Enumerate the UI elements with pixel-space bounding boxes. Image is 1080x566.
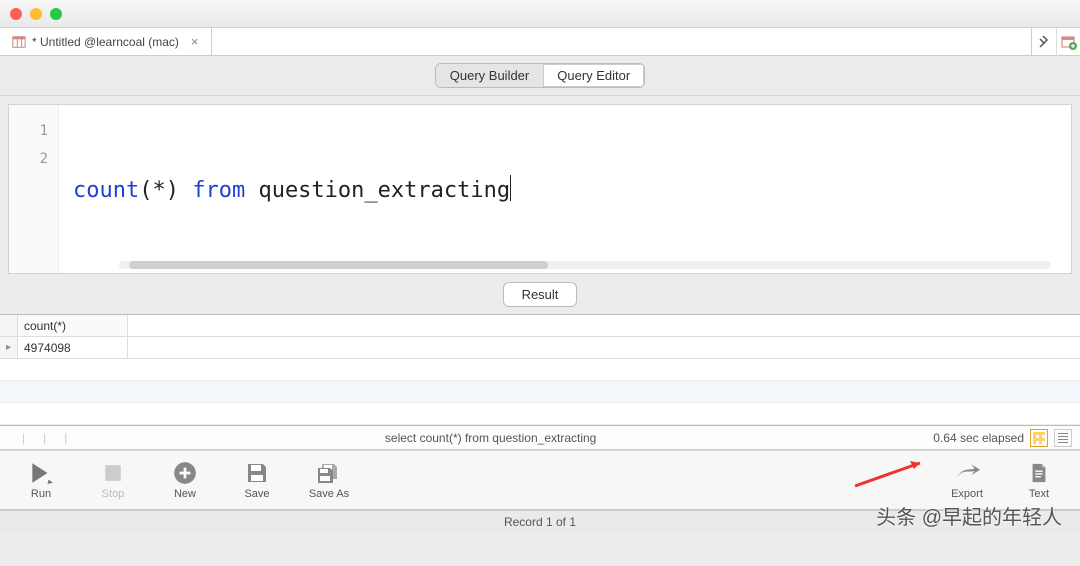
- sql-editor[interactable]: 1 2 count(*) from question_extracting: [8, 104, 1072, 274]
- scrollbar-thumb[interactable]: [129, 261, 548, 269]
- grid-empty-row: [0, 381, 1080, 403]
- statusbar: Record 1 of 1: [0, 510, 1080, 532]
- column-header[interactable]: count(*): [18, 315, 128, 336]
- result-tabs: Result: [0, 274, 1080, 314]
- grid-view-icon[interactable]: [1030, 429, 1048, 447]
- floppy-icon: [243, 460, 271, 486]
- window-titlebar: [0, 0, 1080, 28]
- grid-row[interactable]: ▸ 4974098: [0, 337, 1080, 359]
- document-tabs: * Untitled @learncoal (mac) ×: [0, 28, 1080, 56]
- save-as-button[interactable]: Save As: [306, 460, 352, 500]
- document-icon: [1025, 460, 1053, 486]
- mode-segmented: Query Builder Query Editor: [435, 63, 645, 88]
- close-tab-icon[interactable]: ×: [191, 34, 199, 49]
- play-icon: [27, 460, 55, 486]
- code-keyword: count: [73, 178, 139, 203]
- share-icon: [953, 460, 981, 486]
- stop-button: Stop: [90, 460, 136, 500]
- grid-empty-row: [0, 403, 1080, 425]
- tab-query-editor[interactable]: Query Editor: [543, 64, 644, 87]
- table-icon: [12, 35, 26, 49]
- code-text: question_extracting: [245, 178, 510, 203]
- result-grid: count(*) ▸ 4974098: [0, 314, 1080, 426]
- maximize-window-button[interactable]: [50, 8, 62, 20]
- mode-switch-row: Query Builder Query Editor: [0, 56, 1080, 96]
- save-button[interactable]: Save: [234, 460, 280, 500]
- editor-container: 1 2 count(*) from question_extracting: [0, 96, 1080, 274]
- executed-query-text: select count(*) from question_extracting: [48, 431, 933, 445]
- stop-icon: [99, 460, 127, 486]
- tab-query-builder[interactable]: Query Builder: [436, 64, 543, 87]
- document-tab[interactable]: * Untitled @learncoal (mac) ×: [0, 28, 212, 55]
- line-number: 2: [9, 145, 58, 173]
- new-tab-icon[interactable]: [1056, 28, 1080, 56]
- window-controls: [10, 8, 62, 20]
- text-view-icon[interactable]: [1054, 429, 1072, 447]
- row-marker-header: [0, 315, 18, 336]
- tab-overflow: [1031, 28, 1080, 55]
- record-status: Record 1 of 1: [504, 515, 576, 529]
- row-marker-icon: ▸: [0, 337, 18, 358]
- grid-cell[interactable]: 4974098: [18, 337, 128, 358]
- text-button[interactable]: Text: [1016, 460, 1062, 500]
- text-cursor: [510, 175, 511, 201]
- tab-title: * Untitled @learncoal (mac): [32, 35, 179, 49]
- action-toolbar: Run Stop New Save Save As Export: [0, 450, 1080, 510]
- run-button[interactable]: Run: [18, 460, 64, 500]
- new-button[interactable]: New: [162, 460, 208, 500]
- tab-result[interactable]: Result: [503, 282, 578, 307]
- code-keyword: from: [192, 178, 245, 203]
- code-text: (*): [139, 178, 192, 203]
- elapsed-time: 0.64 sec elapsed: [933, 431, 1024, 445]
- line-gutter: 1 2: [9, 105, 59, 273]
- minimize-window-button[interactable]: [30, 8, 42, 20]
- grid-header-row: count(*): [0, 315, 1080, 337]
- query-infobar: ||| select count(*) from question_extrac…: [0, 426, 1080, 450]
- grid-empty-row: [0, 359, 1080, 381]
- floppy-multi-icon: [315, 460, 343, 486]
- overflow-chevron-icon[interactable]: [1032, 28, 1056, 56]
- field-separators: |||: [8, 431, 48, 445]
- code-area[interactable]: count(*) from question_extracting: [59, 105, 1071, 273]
- plus-circle-icon: [171, 460, 199, 486]
- close-window-button[interactable]: [10, 8, 22, 20]
- line-number: 1: [9, 117, 58, 145]
- horizontal-scrollbar[interactable]: [119, 261, 1051, 269]
- export-button[interactable]: Export: [944, 460, 990, 500]
